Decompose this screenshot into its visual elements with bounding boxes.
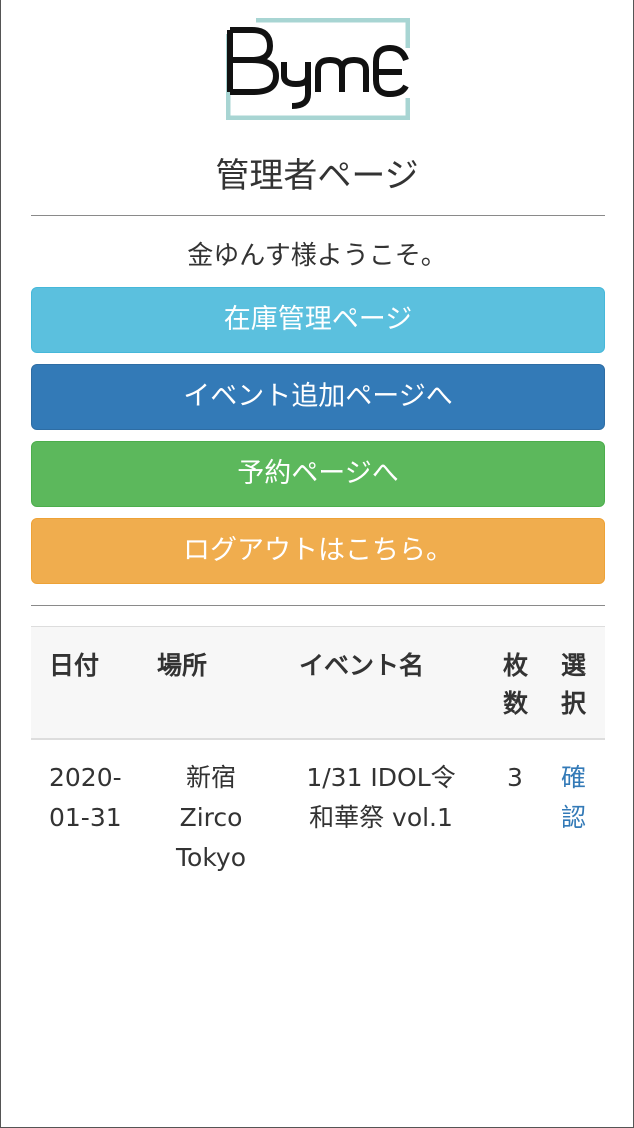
add-event-button[interactable]: イベント追加ページへ (31, 364, 605, 430)
header-event-name: イベント名 (299, 651, 425, 680)
divider-top (31, 215, 605, 216)
events-table: 日付 場所 イベント名 枚 数 選 択 2020- 01-31 新宿 Zirco… (31, 626, 605, 890)
table-header: 日付 場所 イベント名 枚 数 選 択 (31, 626, 605, 740)
byme-logo (226, 18, 410, 120)
cell-date: 2020- 01-31 (49, 763, 122, 832)
page-title: 管理者ページ (215, 156, 419, 196)
header-select: 選 択 (561, 651, 587, 718)
table-row: 2020- 01-31 新宿 Zirco Tokyo 1/31 IDOL令 和華… (31, 740, 605, 890)
confirm-link[interactable]: 確 認 (561, 758, 586, 838)
logout-button[interactable]: ログアウトはこちら。 (31, 518, 605, 584)
cell-count: 3 (507, 763, 523, 792)
header-place: 場所 (157, 651, 208, 680)
reservation-button[interactable]: 予約ページへ (31, 441, 605, 507)
cell-place: 新宿 Zirco Tokyo (176, 763, 246, 872)
header-date: 日付 (49, 651, 100, 680)
divider-bottom (31, 605, 605, 606)
welcome-message: 金ゆんす様ようこそ。 (187, 241, 447, 271)
cell-event-name: 1/31 IDOL令 和華祭 vol.1 (306, 763, 456, 832)
header-count: 枚 数 (503, 651, 529, 718)
stock-management-button[interactable]: 在庫管理ページ (31, 287, 605, 353)
